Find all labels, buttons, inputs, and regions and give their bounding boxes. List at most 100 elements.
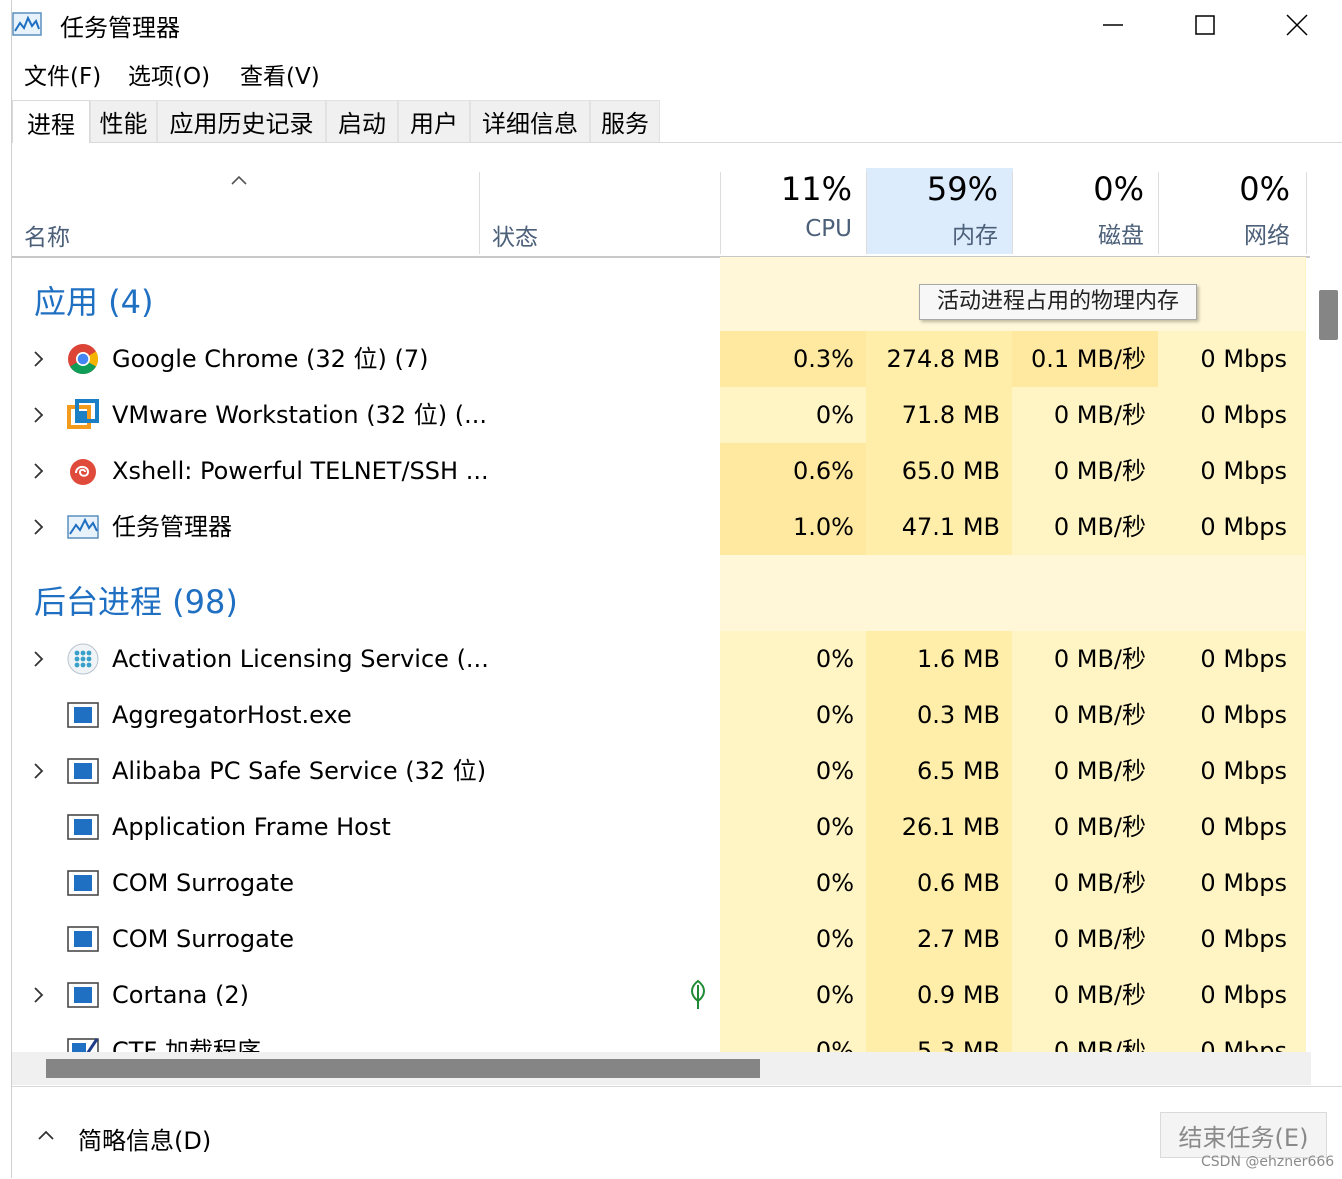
chevron-up-icon[interactable] <box>36 1128 56 1142</box>
end-task-button[interactable]: 结束任务(E) <box>1160 1112 1327 1158</box>
network-cell: 0 Mbps <box>1158 799 1305 855</box>
column-network[interactable]: 网络 <box>1158 216 1290 250</box>
window-app-icon <box>67 699 99 731</box>
close-icon <box>1286 14 1308 36</box>
expand-chevron-icon[interactable] <box>30 650 48 668</box>
column-divider[interactable] <box>1012 172 1013 254</box>
window-title: 任务管理器 <box>60 14 180 42</box>
tab-startup[interactable]: 启动 <box>326 100 398 142</box>
process-name: AggregatorHost.exe <box>112 701 352 729</box>
column-divider[interactable] <box>1158 172 1159 254</box>
process-name: Alibaba PC Safe Service (32 位) <box>112 757 487 785</box>
menu-file[interactable]: 文件(F) <box>24 57 101 91</box>
process-row[interactable]: AggregatorHost.exe 0% 0.3 MB 0 MB/秒 0 Mbps <box>12 687 1310 743</box>
expand-chevron-icon[interactable] <box>30 986 48 1004</box>
minimize-icon <box>1103 24 1123 26</box>
network-cell: 0 Mbps <box>1158 687 1305 743</box>
network-cell: 0 Mbps <box>1158 443 1305 499</box>
memory-cell: 71.8 MB <box>866 387 1012 443</box>
memory-total-percent[interactable]: 59% <box>866 170 998 208</box>
disk-cell: 0 MB/秒 <box>1012 443 1158 499</box>
tab-performance[interactable]: 性能 <box>90 100 157 142</box>
footer-bar <box>12 1086 1342 1179</box>
fewer-details-button[interactable]: 简略信息(D) <box>78 1121 211 1156</box>
cpu-cell: 0% <box>720 967 866 1023</box>
column-disk[interactable]: 磁盘 <box>1012 216 1144 250</box>
expand-chevron-icon[interactable] <box>30 406 48 424</box>
memory-cell: 5.3 MB <box>866 1023 1012 1052</box>
tab-bar: 进程 性能 应用历史记录 启动 用户 详细信息 服务 <box>12 100 1342 143</box>
process-row[interactable]: Activation Licensing Service (... 0% 1.6 M… <box>12 631 1310 687</box>
watermark: CSDN @ehzner666 <box>1201 1154 1335 1170</box>
process-row[interactable]: 任务管理器 1.0% 47.1 MB 0 MB/秒 0 Mbps <box>12 499 1310 555</box>
expand-chevron-icon[interactable] <box>30 350 48 368</box>
process-name: COM Surrogate <box>112 925 295 953</box>
column-divider[interactable] <box>479 172 480 254</box>
minimize-button[interactable] <box>1067 0 1159 50</box>
group-header-background[interactable]: 后台进程 (98) <box>12 555 1310 631</box>
tab-details[interactable]: 详细信息 <box>470 100 590 142</box>
memory-cell: 274.8 MB <box>866 331 1012 387</box>
tab-services[interactable]: 服务 <box>590 100 660 142</box>
cpu-total-percent[interactable]: 11% <box>720 170 852 208</box>
column-divider[interactable] <box>866 172 867 254</box>
tab-app-history[interactable]: 应用历史记录 <box>157 100 326 142</box>
process-row[interactable]: CTF 加载程序 0% 5.3 MB 0 MB/秒 0 Mbps <box>12 1023 1310 1052</box>
cpu-cell: 0% <box>720 631 866 687</box>
service-dots-icon <box>67 643 99 675</box>
close-button[interactable] <box>1251 0 1342 50</box>
process-row[interactable]: Alibaba PC Safe Service (32 位) 0% 6.5 MB 0 … <box>12 743 1310 799</box>
process-row[interactable]: Application Frame Host 0% 26.1 MB 0 MB/秒 0 M… <box>12 799 1310 855</box>
sort-ascending-icon <box>231 175 247 185</box>
expand-chevron-icon[interactable] <box>30 518 48 536</box>
column-divider[interactable] <box>1306 172 1307 254</box>
process-row[interactable]: Xshell: Powerful TELNET/SSH ... 0.6% 65.0 … <box>12 443 1310 499</box>
process-row[interactable]: Cortana (2) 0% 0.9 MB 0 MB/秒 0 Mbps <box>12 967 1310 1023</box>
vertical-scrollbar[interactable] <box>1311 257 1342 1052</box>
maximize-button[interactable] <box>1159 0 1251 50</box>
menu-view[interactable]: 查看(V) <box>240 57 320 91</box>
expand-chevron-icon[interactable] <box>30 762 48 780</box>
process-row[interactable]: Google Chrome (32 位) (7) 0.3% 274.8 MB 0.1 … <box>12 331 1310 387</box>
efficiency-mode-leaf-icon <box>691 979 705 1009</box>
disk-cell: 0 MB/秒 <box>1012 855 1158 911</box>
tab-processes[interactable]: 进程 <box>12 100 90 143</box>
chrome-icon <box>67 343 99 375</box>
process-name: Activation Licensing Service (... <box>112 645 489 673</box>
process-name: CTF 加载程序 <box>112 1037 261 1052</box>
cpu-cell: 0% <box>720 387 866 443</box>
expand-chevron-icon[interactable] <box>30 462 48 480</box>
xshell-icon <box>67 455 99 487</box>
task-manager-icon <box>12 11 42 37</box>
process-row[interactable]: COM Surrogate 0% 0.6 MB 0 MB/秒 0 Mbps <box>12 855 1310 911</box>
left-window-edge <box>0 0 12 1178</box>
disk-cell: 0 MB/秒 <box>1012 1023 1158 1052</box>
vertical-scroll-thumb[interactable] <box>1319 290 1338 340</box>
column-divider[interactable] <box>720 172 721 254</box>
menu-options[interactable]: 选项(O) <box>128 57 210 91</box>
cpu-cell: 0% <box>720 911 866 967</box>
ctf-loader-icon <box>67 1035 99 1052</box>
network-cell: 0 Mbps <box>1158 911 1305 967</box>
disk-cell: 0 MB/秒 <box>1012 499 1158 555</box>
column-name[interactable]: 名称 <box>24 218 70 252</box>
cpu-cell: 0% <box>720 799 866 855</box>
network-cell: 0 Mbps <box>1158 631 1305 687</box>
horizontal-scroll-thumb[interactable] <box>46 1059 760 1078</box>
column-status[interactable]: 状态 <box>492 218 538 252</box>
tab-users[interactable]: 用户 <box>398 100 470 142</box>
vmware-icon <box>67 399 99 431</box>
network-total-percent[interactable]: 0% <box>1158 170 1290 208</box>
group-title-background: 后台进程 (98) <box>34 583 238 621</box>
column-memory[interactable]: 内存 <box>866 216 998 250</box>
process-row[interactable]: COM Surrogate 0% 2.7 MB 0 MB/秒 0 Mbps <box>12 911 1310 967</box>
cpu-cell: 1.0% <box>720 499 866 555</box>
network-cell: 0 Mbps <box>1158 743 1305 799</box>
process-row[interactable]: VMware Workstation (32 位) (... 0% 71.8 MB 0… <box>12 387 1310 443</box>
network-cell: 0 Mbps <box>1158 499 1305 555</box>
column-cpu[interactable]: CPU <box>720 216 852 242</box>
memory-cell: 47.1 MB <box>866 499 1012 555</box>
disk-cell: 0 MB/秒 <box>1012 799 1158 855</box>
cpu-cell: 0.3% <box>720 331 866 387</box>
disk-total-percent[interactable]: 0% <box>1012 170 1144 208</box>
